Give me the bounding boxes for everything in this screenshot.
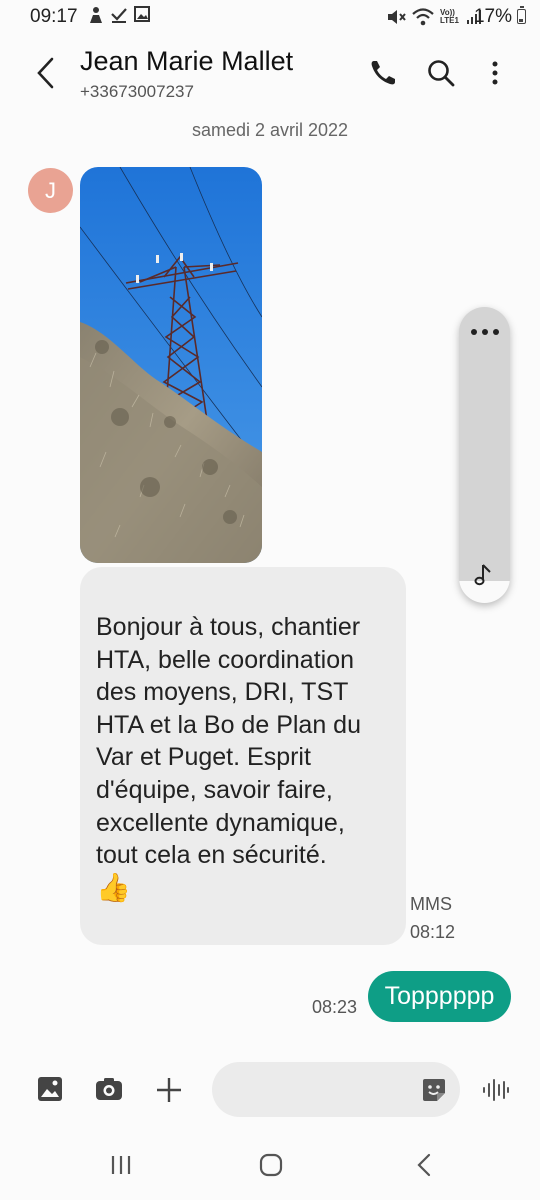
volte-icon: Vo)) LTE1 — [440, 8, 459, 25]
more-options-button[interactable] — [480, 58, 510, 88]
sticker-icon — [423, 1079, 445, 1101]
message-type: MMS — [410, 894, 452, 914]
person-icon — [90, 7, 102, 23]
incoming-message-text: Bonjour à tous, chantier HTA, belle coor… — [96, 613, 361, 870]
call-button[interactable] — [368, 58, 398, 88]
camera-button[interactable] — [94, 1075, 126, 1107]
voice-icon — [483, 1079, 509, 1101]
incoming-message[interactable]: Bonjour à tous, chantier HTA, belle coor… — [80, 567, 406, 945]
home-button[interactable] — [256, 1150, 286, 1180]
contact-name[interactable]: Jean Marie Mallet — [80, 46, 293, 77]
music-note-icon[interactable] — [473, 563, 495, 587]
contact-number: +33673007237 — [80, 82, 194, 101]
add-attachment-button[interactable] — [154, 1075, 186, 1107]
thumbs-up-emoji: 👍 — [96, 871, 131, 903]
battery-icon — [517, 6, 526, 24]
search-button[interactable] — [426, 58, 456, 88]
search-icon — [428, 60, 455, 87]
recents-icon — [111, 1156, 131, 1174]
pylon-photo — [80, 167, 262, 563]
image-icon — [134, 6, 150, 22]
sticker-button[interactable] — [421, 1077, 447, 1103]
more-icon — [492, 61, 498, 85]
status-time: 09:17 — [30, 6, 78, 27]
more-horizontal-icon[interactable] — [471, 329, 499, 335]
camera-icon — [96, 1078, 122, 1100]
battery-percent: 17% — [473, 6, 512, 27]
date-separator: samedi 2 avril 2022 — [191, 120, 349, 140]
add-icon — [157, 1078, 181, 1102]
recents-button[interactable] — [106, 1150, 136, 1180]
avatar[interactable]: J — [28, 168, 73, 213]
wifi-icon — [412, 8, 434, 26]
incoming-time: 08:12 — [410, 922, 456, 942]
back-nav-button[interactable] — [410, 1150, 440, 1180]
photo-message[interactable] — [80, 167, 262, 563]
back-nav-icon — [417, 1153, 431, 1177]
outgoing-time: 08:23 — [312, 997, 358, 1017]
status-left-icons — [88, 6, 150, 24]
outgoing-message[interactable]: Topppppp — [368, 971, 511, 1022]
home-icon — [259, 1153, 283, 1177]
gallery-icon — [38, 1077, 62, 1101]
status-right-icons: Vo)) LTE1 — [386, 8, 482, 26]
voice-record-button[interactable] — [480, 1075, 512, 1107]
floating-media-panel[interactable] — [459, 307, 510, 603]
check-download-icon — [111, 8, 127, 23]
mute-icon — [388, 10, 406, 24]
back-icon — [37, 57, 54, 89]
gallery-button[interactable] — [36, 1075, 68, 1107]
back-button[interactable] — [30, 56, 62, 90]
phone-icon — [371, 61, 395, 85]
